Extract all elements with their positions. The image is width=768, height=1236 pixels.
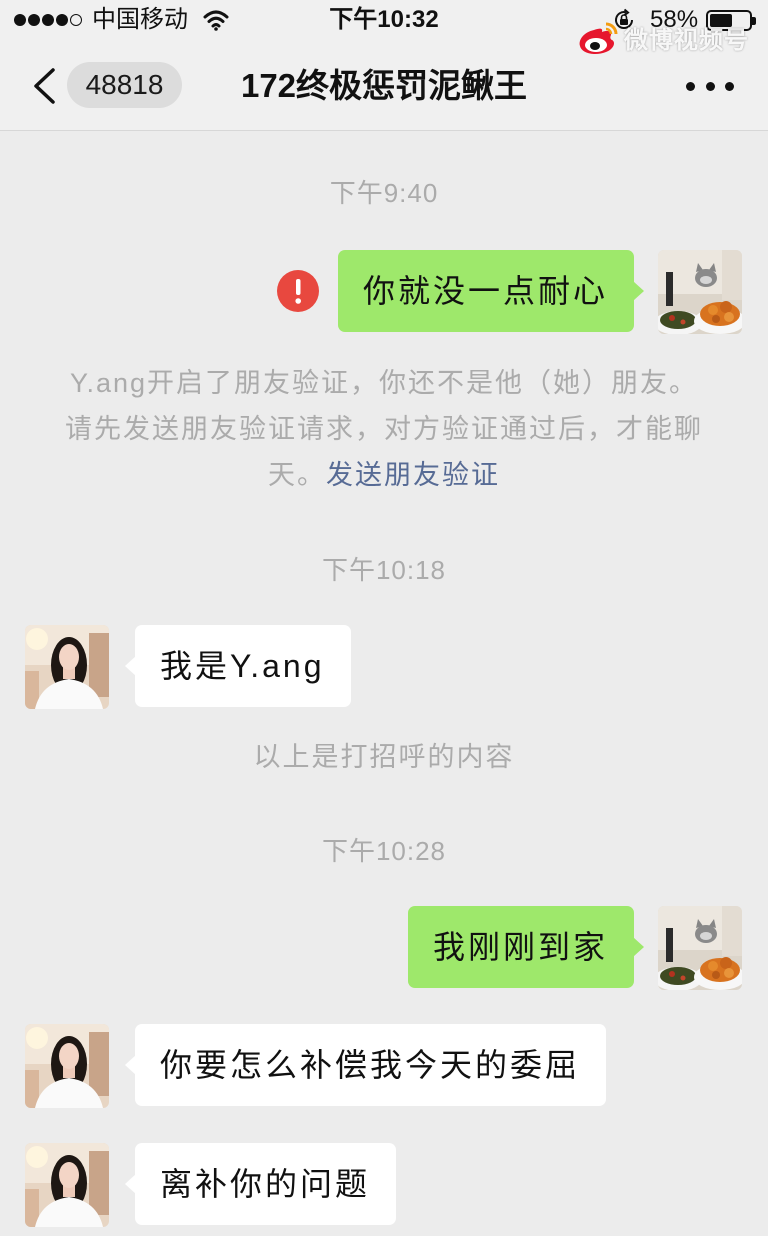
send-friend-request-link[interactable]: 发送朋友验证 — [326, 460, 500, 490]
avatar-photo — [25, 625, 109, 709]
timestamp: 下午10:18 — [321, 555, 447, 585]
contact-avatar[interactable] — [25, 1024, 109, 1108]
top-bar: 中国移动 下午10:32 58% 微博视频号 48818 172终极惩罚泥鳅王 — [0, 0, 768, 131]
message-bubble[interactable]: 我是Y.ang — [125, 625, 351, 707]
more-button[interactable] — [686, 74, 734, 98]
unread-count-badge[interactable]: 48818 — [67, 62, 182, 108]
timestamp: 下午10:28 — [321, 836, 447, 866]
chat-area[interactable]: 下午9:40 你就没一点耐心 Y.ang开启了朋友验证，你还不是他（她）朋友。 … — [0, 131, 768, 1236]
notice-text: Y.ang开启了朋友验证，你还不是他（她）朋友。 — [69, 368, 699, 398]
timestamp: 下午9:40 — [329, 178, 439, 208]
message-row-incoming: 离补你的问题 — [124, 1143, 397, 1225]
message-row-outgoing: 我刚刚到家 — [407, 906, 645, 988]
message-bubble[interactable]: 你要怎么补偿我今天的委屈 — [124, 1024, 607, 1106]
message-row-incoming: 我是Y.ang — [125, 625, 351, 707]
error-icon[interactable] — [276, 270, 319, 312]
avatar-photo — [25, 1024, 109, 1108]
more-dots-icon — [686, 81, 695, 91]
my-avatar[interactable] — [658, 250, 742, 334]
message-row-incoming: 你要怎么补偿我今天的委屈 — [124, 1024, 607, 1106]
contact-avatar[interactable] — [25, 1143, 109, 1227]
back-button[interactable] — [26, 62, 62, 110]
weibo-watermark: 微博视频号 — [576, 18, 756, 60]
avatar-photo — [25, 1143, 109, 1227]
avatar-photo — [658, 906, 742, 990]
more-dots-icon — [725, 81, 734, 91]
weibo-logo-icon — [579, 22, 618, 54]
avatar-photo — [658, 250, 742, 334]
message-bubble[interactable]: 你就没一点耐心 — [337, 250, 645, 332]
more-dots-icon — [705, 81, 715, 91]
chevron-left-icon — [34, 68, 55, 104]
my-avatar[interactable] — [658, 906, 742, 990]
watermark-text: 微博视频号 — [624, 27, 749, 54]
greeting-note: 以上是打招呼的内容 — [253, 742, 515, 772]
chat-title: 172终极惩罚泥鳅王 — [240, 67, 528, 104]
contact-avatar[interactable] — [25, 625, 109, 709]
friend-verification-notice: Y.ang开启了朋友验证，你还不是他（她）朋友。 请先发送朋友验证请求，对方验证… — [58, 360, 710, 498]
message-bubble[interactable]: 我刚刚到家 — [407, 906, 645, 988]
message-bubble[interactable]: 离补你的问题 — [124, 1143, 397, 1225]
message-row-outgoing: 你就没一点耐心 — [276, 250, 645, 332]
